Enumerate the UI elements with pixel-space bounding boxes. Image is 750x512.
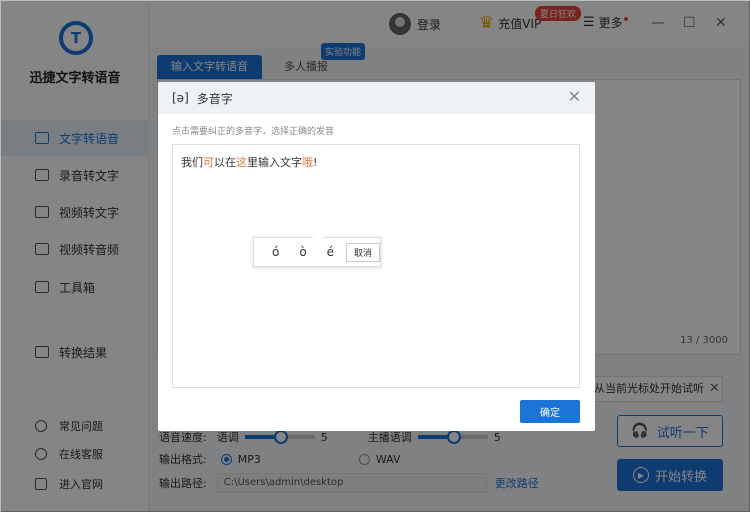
sentence: 我们可以在这里输入文字哦! (181, 154, 317, 170)
polyphone-dialog: [ə] 多音字 ✕ 点击需要纠正的多音字，选择正确的发音 我们可以在这里输入文字… (158, 82, 595, 431)
text-segment: 以在 (214, 156, 236, 169)
dialog-title: 多音字 (196, 91, 233, 106)
pinyin-popup: ó ò é 取消 (253, 232, 381, 267)
pinyin-option[interactable]: ó (262, 245, 289, 259)
text-segment: 里输入文字 (247, 156, 302, 169)
dialog-tip: 点击需要纠正的多音字，选择正确的发音 (172, 127, 335, 137)
text-segment: 我们 (181, 156, 203, 169)
polyphone-char[interactable]: 这 (236, 156, 247, 169)
dialog-header: [ə] 多音字 ✕ (158, 82, 595, 114)
polyphone-char-selected[interactable]: 哦 (302, 156, 313, 169)
polyphone-text-area: 我们可以在这里输入文字哦! ó ò é 取消 (172, 144, 580, 388)
dialog-close-icon[interactable]: ✕ (568, 87, 581, 106)
pinyin-option[interactable]: ò (289, 245, 316, 259)
phonetic-icon: [ə] (172, 91, 189, 105)
polyphone-char[interactable]: 可 (203, 156, 214, 169)
text-segment: ! (313, 156, 318, 169)
confirm-button[interactable]: 确定 (520, 400, 580, 423)
pinyin-cancel-button[interactable]: 取消 (345, 242, 380, 262)
app-window: T 迅捷文字转语音 文字转语音 录音转文字 视频转文字 视频转音频 工具箱 转换… (0, 0, 750, 512)
pinyin-option[interactable]: é (317, 245, 344, 259)
